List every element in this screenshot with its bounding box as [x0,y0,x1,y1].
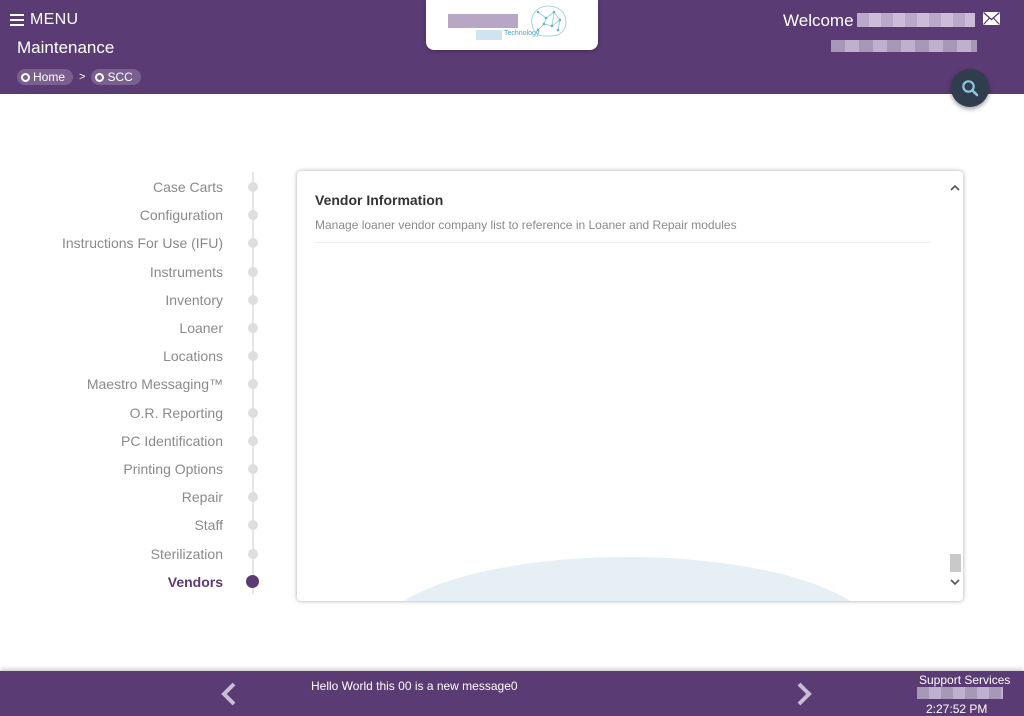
breadcrumb: Home > SCC [17,69,141,85]
mail-icon[interactable] [983,12,1000,25]
brain-network-icon [531,5,567,37]
nav-item-label: Maestro Messaging™ [86,376,223,392]
nav-item[interactable]: Sterilization [0,544,270,564]
nav-item-label: O.R. Reporting [129,405,223,421]
nav-item[interactable]: Staff [0,515,270,535]
nav-item[interactable]: O.R. Reporting [0,403,270,423]
decorative-arc [377,557,877,601]
panel-scrollbar[interactable] [947,171,963,601]
nav-dot-icon [248,549,258,559]
chevron-down-icon[interactable] [950,577,960,587]
logo-block-redacted [476,30,502,40]
nav-item-label: Loaner [179,320,223,336]
breadcrumb-home[interactable]: Home [17,69,74,85]
breadcrumb-separator: > [79,71,86,83]
menu-label: MENU [30,11,79,28]
circle-icon [21,72,30,82]
breadcrumb-home-label: Home [33,70,66,84]
nav-item-label: PC Identification [121,433,223,449]
nav-item[interactable]: Configuration [0,205,270,225]
nav-dot-icon [248,379,258,389]
nav-dot-icon [248,267,258,277]
user-info-redacted [831,40,977,52]
nav-item[interactable]: Printing Options [0,459,270,479]
nav-item[interactable]: Repair [0,487,270,507]
breadcrumb-scc[interactable]: SCC [91,69,141,85]
menu-button[interactable]: MENU [10,11,78,29]
circle-icon [95,72,105,82]
page-title: Maintenance [17,38,115,57]
support-services-label[interactable]: Support Services [919,673,1010,687]
nav-item-label: Configuration [139,207,223,223]
nav-dot-icon [248,351,258,361]
nav-dot-icon [248,182,258,192]
breadcrumb-scc-label: SCC [107,70,133,84]
nav-item-label: Printing Options [123,461,223,477]
scrollbar-thumb[interactable] [950,554,961,572]
panel-divider [315,242,930,243]
nav-item-label: Case Carts [152,179,223,195]
app-header: MENU Maintenance Home > SCC Technology W… [0,0,1024,94]
hamburger-icon [10,14,24,26]
nav-item-label: Instructions For Use (IFU) [61,235,223,251]
nav-dot-icon [248,238,258,248]
support-info-redacted [917,687,1003,699]
footer-message: Hello World this 00 is a new message0 [311,679,518,693]
nav-item-label: Repair [181,489,223,505]
nav-item-label: Instruments [149,264,223,280]
nav-dot-icon [248,295,258,305]
nav-item[interactable]: Inventory [0,290,270,310]
nav-dot-icon [248,210,258,220]
nav-item-label: Locations [163,348,223,364]
nav-item[interactable]: Locations [0,346,270,366]
nav-dot-icon [248,436,258,446]
nav-item-label: Sterilization [150,546,223,562]
nav-dot-icon [248,408,258,418]
nav-item-label: Inventory [165,292,223,308]
logo-wordmark-redacted [448,14,518,28]
nav-dot-icon [246,575,259,588]
panel-description: Manage loaner vendor company list to ref… [315,218,737,232]
nav-item[interactable]: Loaner [0,318,270,338]
nav-dot-icon [248,520,258,530]
chevron-left-icon[interactable] [218,681,240,707]
nav-dot-icon [248,464,258,474]
user-name-redacted [857,13,975,27]
vendor-panel: Vendor Information Manage loaner vendor … [297,171,963,601]
nav-item[interactable]: Case Carts [0,177,270,197]
clock-time: 2:27:52 PM [926,702,988,716]
chevron-right-icon[interactable] [793,681,815,707]
nav-item[interactable]: Vendors [0,572,270,592]
nav-item[interactable]: Instructions For Use (IFU) [0,233,270,253]
nav-item-label: Staff [194,517,223,533]
nav-item[interactable]: Maestro Messaging™ [0,374,270,394]
app-footer: Hello World this 00 is a new message0 Su… [0,671,1024,716]
welcome-text: Welcome [783,11,854,30]
search-icon [962,80,979,97]
nav-item-label: Vendors [167,574,223,590]
nav-item[interactable]: Instruments [0,262,270,282]
panel-title: Vendor Information [315,192,444,208]
nav-dot-icon [248,323,258,333]
company-logo: Technology [426,0,598,50]
search-button[interactable] [951,69,989,107]
chevron-up-icon[interactable] [950,183,960,193]
nav-item[interactable]: PC Identification [0,431,270,451]
nav-dot-icon [248,492,258,502]
